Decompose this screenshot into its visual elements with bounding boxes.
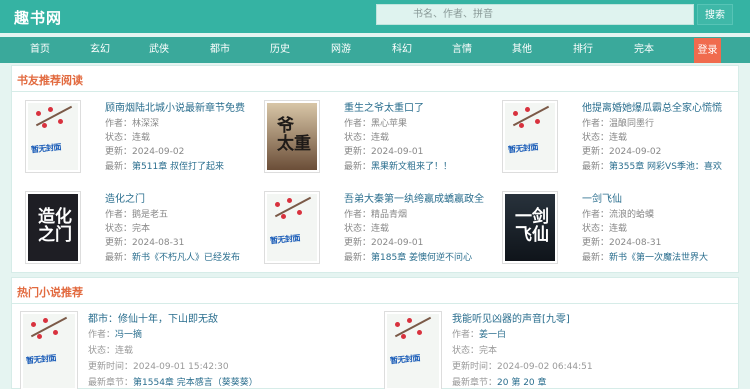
nav-item-history[interactable]: 历史: [260, 37, 300, 63]
nav-item-completed[interactable]: 完本: [624, 37, 664, 63]
book-updated: 2024-09-02: [132, 147, 185, 157]
book-updated: 2024-09-01: [371, 147, 424, 157]
book-author: 鹅是老五: [132, 210, 169, 220]
book-cover[interactable]: 暂无封面: [264, 191, 320, 264]
recommend-panel: 书友推荐阅读 暂无封面 顾南烟陆北城小说最新章节免费 作者：林深深 状态：连载 …: [11, 65, 739, 273]
book-title[interactable]: 造化之门: [105, 190, 145, 205]
book-author: 黑心苹果: [371, 119, 408, 129]
book-author[interactable]: 冯一摘: [115, 330, 142, 340]
book-latest-chapter[interactable]: 第355章 网彩VS季池：喜欢: [609, 162, 722, 172]
book-latest-chapter[interactable]: 20 第 20 章: [497, 378, 547, 388]
book-author: 林深深: [132, 119, 160, 129]
nav-item-ranking[interactable]: 排行: [563, 37, 603, 63]
book-updated: 2024-09-02: [609, 147, 662, 157]
book-latest-chapter[interactable]: 第511章 叔侄打了起来: [132, 162, 224, 172]
book-author: 温酿同墨行: [609, 119, 655, 129]
book-status: 完本: [479, 346, 498, 356]
book-updated: 2024-09-01 15:42:30: [133, 362, 229, 372]
book-cover[interactable]: 爷太重: [264, 100, 320, 173]
nav-item-romance[interactable]: 言情: [442, 37, 482, 63]
book-title[interactable]: 吾弟大秦第一纨绔嬴成蟜嬴政全: [344, 190, 484, 205]
book-cover[interactable]: 造化 之门: [25, 191, 81, 264]
book-latest-chapter[interactable]: 黑果新文粗来了！！: [371, 162, 452, 172]
hot-book-item: 暂无封面 都市：修仙十年，下山即无敌 作者：冯一摘 状态：连载 更新时间：202…: [20, 311, 330, 389]
book-title[interactable]: 都市：修仙十年，下山即无敌: [88, 310, 218, 325]
cover-placeholder-text: 暂无封面: [269, 232, 301, 246]
nav-item-urban[interactable]: 都市: [200, 37, 240, 63]
panel-divider: [12, 91, 738, 92]
book-item: 暂无封面 他提离婚她爆瓜霸总全家心慌慌 作者：温酿同墨行 状态：连载 更新：20…: [502, 100, 732, 180]
book-latest-chapter[interactable]: 第185章 姜懊何逆不问心: [371, 253, 472, 263]
book-title[interactable]: 他提离婚她爆瓜霸总全家心慌慌: [582, 99, 722, 114]
nav-item-wuxia[interactable]: 武侠: [139, 37, 179, 63]
book-cover[interactable]: 暂无封面: [502, 100, 558, 173]
book-cover[interactable]: 暂无封面: [384, 311, 442, 389]
book-status: 连载: [115, 346, 134, 356]
nav-item-home[interactable]: 首页: [20, 37, 60, 63]
book-latest-chapter[interactable]: 新书《第一次魔法世界大: [609, 253, 708, 263]
book-status: 连载: [609, 133, 628, 143]
book-cover[interactable]: 暂无封面: [20, 311, 78, 389]
cover-placeholder-text: 暂无封面: [25, 352, 57, 366]
cover-placeholder-text: 暂无封面: [389, 352, 421, 366]
site-logo[interactable]: 趣书网: [14, 7, 62, 28]
book-title[interactable]: 我能听见凶器的声音[九零]: [452, 310, 570, 325]
hot-title: 热门小说推荐: [17, 286, 83, 299]
book-latest-chapter[interactable]: 第1554章 完本感言（葵葵葵）: [133, 378, 258, 388]
book-status: 完本: [132, 224, 151, 234]
book-author: 流浪的蛤蟆: [609, 210, 655, 220]
nav-item-scifi[interactable]: 科幻: [382, 37, 422, 63]
recommend-title: 书友推荐阅读: [17, 74, 83, 87]
book-updated: 2024-09-02 06:44:51: [497, 362, 593, 372]
book-item: 造化 之门 造化之门 作者：鹅是老五 状态：完本 更新：2024-08-31 最新…: [25, 191, 255, 271]
book-updated: 2024-08-31: [132, 238, 185, 248]
book-item: 爷太重 重生之爷太重口了 作者：黑心苹果 状态：连载 更新：2024-09-01…: [264, 100, 494, 180]
nav-item-other[interactable]: 其他: [502, 37, 542, 63]
book-status: 连载: [609, 224, 628, 234]
hot-panel: 热门小说推荐 暂无封面 都市：修仙十年，下山即无敌 作者：冯一摘 状态：连载 更…: [11, 277, 739, 389]
book-item: 一剑 飞仙 一剑飞仙 作者：流浪的蛤蟆 状态：连载 更新：2024-08-31 最…: [502, 191, 732, 271]
book-title[interactable]: 一剑飞仙: [582, 190, 622, 205]
book-cover[interactable]: 暂无封面: [25, 100, 81, 173]
search-input[interactable]: [376, 4, 694, 25]
book-cover[interactable]: 一剑 飞仙: [502, 191, 558, 264]
book-updated: 2024-08-31: [609, 238, 662, 248]
search-button[interactable]: 搜索: [697, 4, 733, 25]
cover-placeholder-text: 暂无封面: [507, 141, 539, 155]
book-title[interactable]: 重生之爷太重口了: [344, 99, 424, 114]
panel-divider: [12, 303, 738, 304]
cover-placeholder-text: 暂无封面: [30, 141, 62, 155]
nav-item-online-game[interactable]: 网游: [321, 37, 361, 63]
site-header: 趣书网 搜索: [0, 0, 750, 33]
book-latest-chapter[interactable]: 新书《不朽凡人》已经发布: [132, 253, 240, 263]
book-status: 连载: [371, 133, 390, 143]
book-author: 精品青烟: [371, 210, 408, 220]
hot-book-item: 暂无封面 我能听见凶器的声音[九零] 作者：姜一白 状态：完本 更新时间：202…: [384, 311, 694, 389]
main-nav: 首页 玄幻 武侠 都市 历史 网游 科幻 言情 其他 排行 完本 登录: [0, 37, 750, 63]
book-author[interactable]: 姜一白: [479, 330, 506, 340]
login-button[interactable]: 登录: [694, 38, 721, 63]
book-item: 暂无封面 顾南烟陆北城小说最新章节免费 作者：林深深 状态：连载 更新：2024…: [25, 100, 255, 180]
book-status: 连载: [132, 133, 151, 143]
book-title[interactable]: 顾南烟陆北城小说最新章节免费: [105, 99, 245, 114]
nav-item-fantasy[interactable]: 玄幻: [80, 37, 120, 63]
book-item: 暂无封面 吾弟大秦第一纨绔嬴成蟜嬴政全 作者：精品青烟 状态：连载 更新：202…: [264, 191, 494, 271]
book-status: 连载: [371, 224, 390, 234]
book-updated: 2024-09-01: [371, 238, 424, 248]
